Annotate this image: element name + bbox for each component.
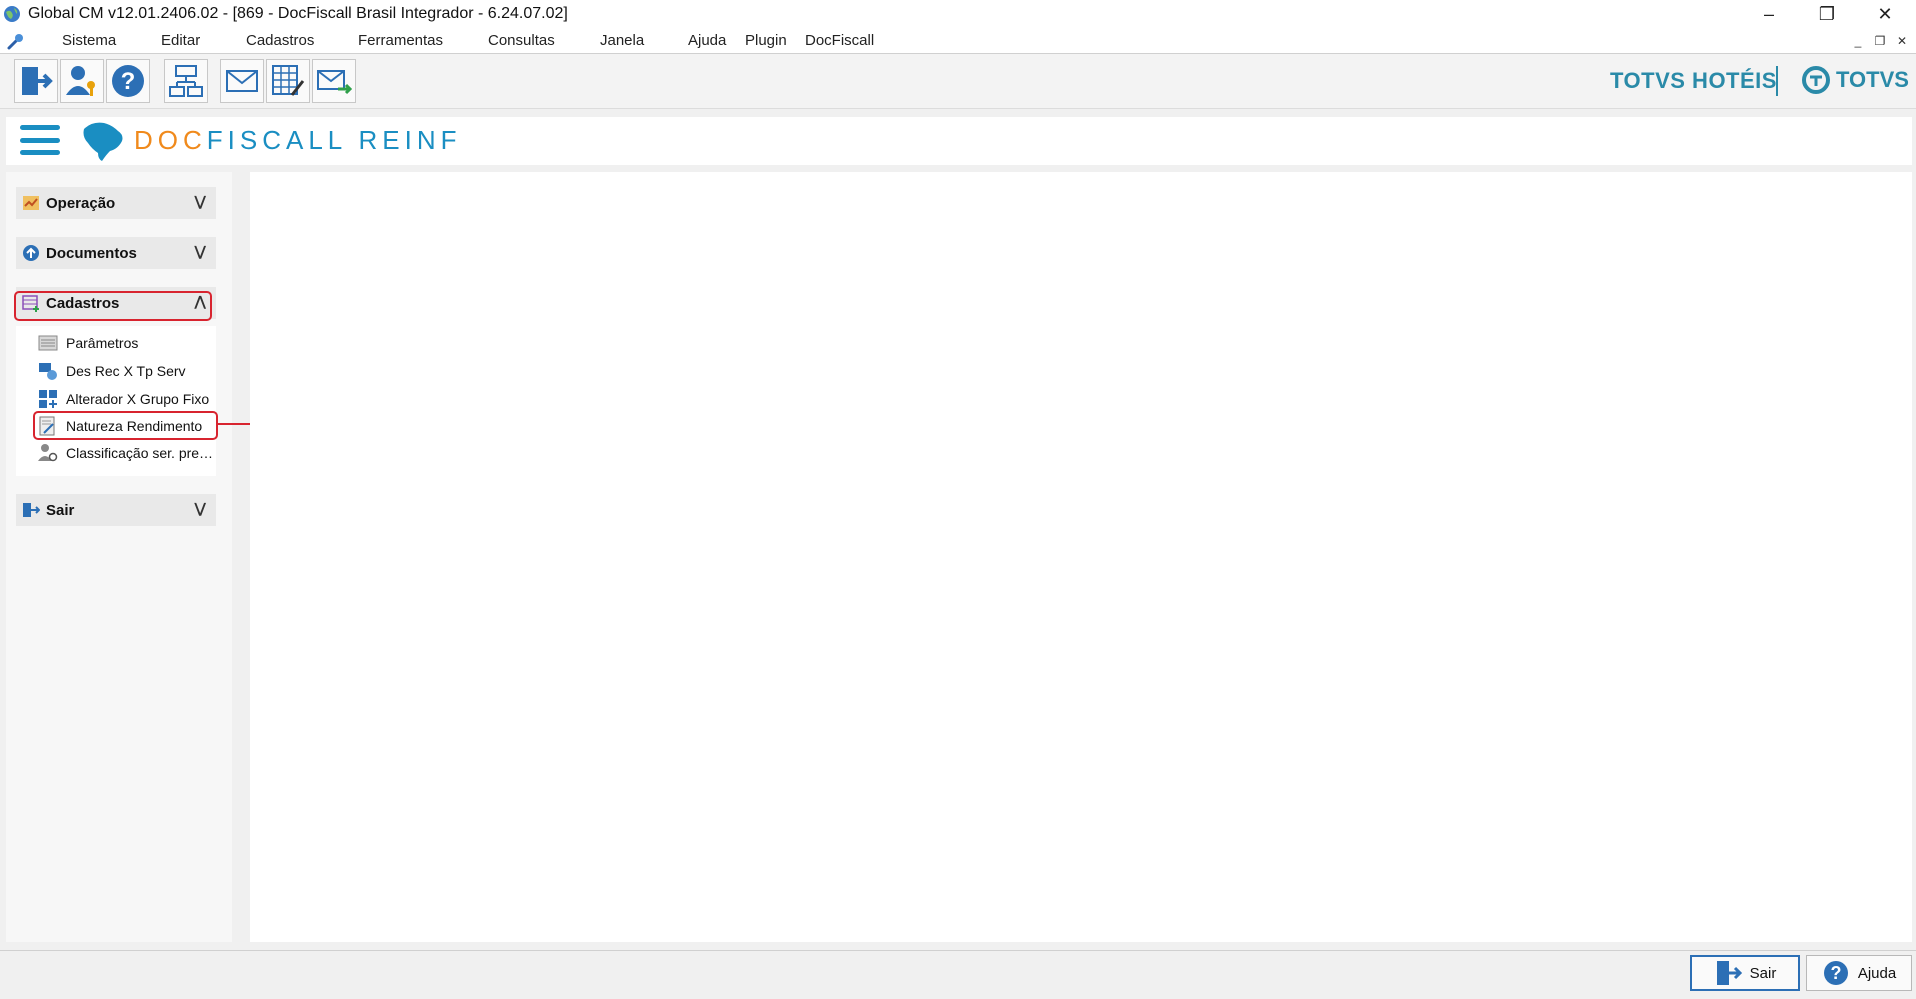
wrench-icon: [7, 34, 23, 50]
help-icon: ?: [112, 65, 144, 97]
menu-docfiscall[interactable]: DocFiscall: [805, 32, 874, 49]
totvs-hoteis-logo: TOTVS HOTÉIS: [1610, 68, 1777, 93]
brazil-map-icon: [83, 122, 123, 161]
section-label: Operação: [46, 194, 116, 212]
parameters-icon: [38, 335, 58, 351]
close-button[interactable]: ✕: [1856, 0, 1914, 28]
highlight-cadastros: [14, 291, 212, 321]
menu-janela[interactable]: Janela: [600, 32, 644, 49]
brand-rest: FISCALL REINF: [206, 125, 462, 155]
menu-bar: Sistema Editar Cadastros Ferramentas Con…: [0, 28, 1916, 54]
menu-ajuda[interactable]: Ajuda: [688, 32, 726, 49]
totvs-logo-text: TOTVS: [1836, 67, 1909, 92]
submenu-des-rec-tp-serv[interactable]: Des Rec X Tp Serv: [38, 358, 186, 384]
menu-consultas[interactable]: Consultas: [488, 32, 555, 49]
org-chart-icon: [169, 65, 203, 97]
toolbar-help-button[interactable]: ?: [106, 59, 150, 103]
submenu-label: Alterador X Grupo Fixo: [66, 391, 210, 407]
ajuda-button-label: Ajuda: [1857, 964, 1897, 982]
svg-text:?: ?: [121, 68, 136, 95]
toolbar-exit-button[interactable]: [14, 59, 58, 103]
send-mail-icon: [317, 70, 352, 95]
svg-text:?: ?: [1830, 963, 1841, 983]
section-operacao[interactable]: Operação ⋁: [16, 187, 216, 219]
minimize-button[interactable]: –: [1740, 0, 1798, 28]
help-icon: ?: [1823, 961, 1848, 985]
operation-icon: [23, 196, 39, 210]
sair-button-label: Sair: [1749, 964, 1777, 982]
restore-button[interactable]: ❐: [1798, 0, 1856, 28]
section-documentos[interactable]: Documentos ⋁: [16, 237, 216, 269]
section-sair[interactable]: Sair ⋁: [16, 494, 216, 526]
app-brand: DOCFISCALL REINF: [134, 125, 462, 156]
upload-icon: [23, 245, 39, 261]
sair-button[interactable]: Sair: [1690, 955, 1800, 991]
title-bar: Global CM v12.01.2406.02 - [869 - DocFis…: [0, 0, 1916, 28]
section-label: Sair: [46, 501, 75, 519]
mdi-minimize-button[interactable]: _: [1850, 33, 1866, 49]
toolbar-structure-button[interactable]: [164, 59, 208, 103]
toolbar-mail-button[interactable]: [220, 59, 264, 103]
service-icon: [39, 363, 57, 380]
app-header: DOCFISCALL REINF: [6, 117, 1912, 165]
exit-door-icon: [1716, 961, 1742, 985]
exit-door-icon: [22, 67, 53, 95]
mdi-restore-button[interactable]: ❐: [1872, 33, 1888, 49]
user-key-icon: [66, 66, 95, 96]
submenu-label: Des Rec X Tp Serv: [66, 363, 186, 379]
exit-icon: [23, 503, 40, 517]
menu-sistema[interactable]: Sistema: [62, 32, 116, 49]
menu-plugin[interactable]: Plugin: [745, 32, 787, 49]
totvs-logo: TOTVS: [1802, 66, 1909, 94]
mail-icon: [226, 70, 258, 92]
menu-cadastros[interactable]: Cadastros: [246, 32, 314, 49]
globe-icon: [4, 6, 20, 22]
table-edit-icon: [272, 65, 305, 96]
hamburger-menu-icon[interactable]: [20, 123, 60, 157]
highlight-natureza-rendimento: [33, 411, 218, 440]
submenu-alterador-grupo-fixo[interactable]: Alterador X Grupo Fixo: [38, 386, 209, 412]
ajuda-button[interactable]: ? Ajuda: [1806, 955, 1912, 991]
submenu-label: Parâmetros: [66, 335, 139, 351]
logo-separator: [1776, 66, 1778, 96]
totvs-circle-icon: [1802, 66, 1830, 94]
chevron-down-icon: ⋁: [194, 193, 206, 209]
chevron-down-icon: ⋁: [194, 500, 206, 516]
submenu-classificacao-servico[interactable]: Classificação ser. pre…: [38, 440, 213, 466]
menu-editar[interactable]: Editar: [161, 32, 200, 49]
submenu-label: Classificação ser. pre…: [66, 445, 214, 461]
brand-doc: DOC: [134, 125, 207, 155]
mdi-close-button[interactable]: ✕: [1894, 33, 1910, 49]
section-label: Documentos: [46, 244, 137, 262]
bottom-bar: [0, 950, 1916, 999]
toolbar-send-mail-button[interactable]: [312, 59, 356, 103]
content-area: [250, 172, 1912, 942]
user-settings-icon: [38, 444, 58, 462]
window-title: Global CM v12.01.2406.02 - [869 - DocFis…: [28, 5, 568, 22]
toolbar-user-button[interactable]: [60, 59, 104, 103]
submenu-parametros[interactable]: Parâmetros: [38, 330, 138, 356]
chevron-down-icon: ⋁: [194, 243, 206, 259]
grid-plus-icon: [39, 390, 57, 408]
toolbar-grid-edit-button[interactable]: [266, 59, 310, 103]
menu-ferramentas[interactable]: Ferramentas: [358, 32, 443, 49]
